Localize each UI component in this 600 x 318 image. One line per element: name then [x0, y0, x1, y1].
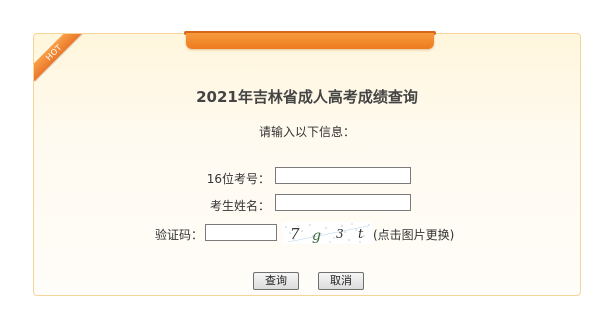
- instruction-text: 请输入以下信息：: [258, 125, 355, 139]
- captcha-char-3: 3: [336, 227, 344, 241]
- captcha-input[interactable]: [205, 224, 277, 241]
- page-title: 2021年吉林省成人高考成绩查询: [196, 88, 418, 106]
- candidate-name-label: 考生姓名：: [209, 199, 270, 213]
- refresh-captcha-link[interactable]: (点击图片更换): [373, 226, 454, 243]
- captcha-char-4: t: [358, 227, 364, 242]
- hot-badge: HOT: [34, 34, 83, 82]
- candidate-name-input[interactable]: [275, 194, 411, 211]
- captcha-label: 验证码：: [154, 228, 203, 242]
- exam-number-label: 16位考号：: [206, 172, 270, 186]
- exam-number-input[interactable]: [275, 167, 411, 184]
- query-button[interactable]: 查询: [253, 272, 299, 290]
- captcha-char-2: g: [312, 228, 321, 244]
- query-page: HOT 2021年吉林省成人高考成绩查询 请输入以下信息： 16位考号： 考生姓…: [0, 0, 600, 318]
- query-panel: HOT: [33, 33, 581, 296]
- captcha-char-1: 7: [290, 225, 300, 243]
- captcha-image[interactable]: 7 g 3 t: [282, 222, 372, 244]
- header-tab: [186, 33, 434, 49]
- cancel-button[interactable]: 取消: [318, 272, 364, 290]
